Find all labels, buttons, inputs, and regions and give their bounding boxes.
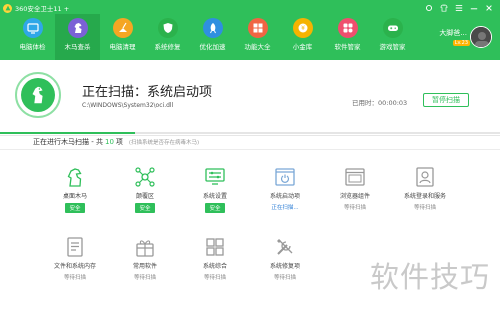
grid-icon: [247, 18, 268, 38]
nav-label: 优化加速: [199, 43, 226, 51]
scan-item: 系统修复项 等待扫描: [250, 236, 320, 281]
minimize-icon[interactable]: [469, 3, 479, 13]
scan-item-label: 系统登录和服务: [403, 193, 446, 200]
user-login-icon: [414, 166, 436, 188]
gamepad-icon: [382, 18, 403, 38]
scan-progress-fill: [0, 132, 135, 134]
waiting-status: 等待扫描: [343, 205, 366, 211]
scan-item-label: 系统修复项: [269, 263, 300, 270]
scan-item: 浏览器组件 等待扫描: [320, 166, 390, 211]
scan-item-label: 颠覆区: [135, 193, 154, 200]
divider: [0, 149, 500, 150]
app-title: 360安全卫士11 +: [3, 3, 69, 13]
user-panel[interactable]: 大脚爸... Lv.23: [439, 26, 492, 48]
safe-badge: 安全: [205, 203, 225, 213]
shield-icon: [157, 18, 178, 38]
gift-icon: [134, 236, 156, 258]
scan-item-label: 系统综合: [202, 263, 227, 270]
scan-item: 系统综合 等待扫描: [180, 236, 250, 281]
app-title-text: 360安全卫士11 +: [15, 5, 70, 13]
svg-text:¥: ¥: [301, 25, 305, 32]
scan-item: 系统登录和服务 等待扫描: [390, 166, 460, 211]
coin-icon: ¥: [292, 18, 313, 38]
user-name[interactable]: 大脚爸...: [439, 28, 467, 38]
scan-item: 系统设置 安全: [180, 166, 250, 213]
scan-banner: 正在扫描：系统启动项 C:\WINDOWS\System32\oci.dll 已…: [0, 60, 500, 134]
scan-status-line: 正在进行木马扫描 - 共 10 项 (扫描系统是否存在病毒木马): [33, 137, 199, 147]
watermark: 软件技巧: [369, 260, 490, 294]
browser-window-icon: [344, 166, 366, 188]
shirt-icon[interactable]: [439, 3, 449, 13]
settings-monitor-icon: [204, 166, 226, 188]
scan-item-label: 系统设置: [202, 193, 227, 200]
menu-icon[interactable]: [454, 3, 464, 13]
scan-item-label: 文件和系统内存: [53, 263, 96, 270]
scan-item: 桌面木马 安全: [40, 166, 110, 213]
scan-item: 常用软件 等待扫描: [110, 236, 180, 281]
broom-icon: [112, 18, 133, 38]
status-hint: (扫描系统是否存在病毒木马): [128, 140, 200, 146]
avatar[interactable]: [470, 26, 492, 48]
nav-item-0[interactable]: 电脑体检: [10, 14, 55, 60]
status-count: 10: [104, 138, 114, 146]
user-level-badge: Lv.23: [452, 40, 470, 46]
header-bar: 360安全卫士11 + 电脑体检 木马查杀 电脑清理 系统修复 优化加速 功能大全 ¥ 小金库…: [0, 0, 500, 60]
waiting-status: 等待扫描: [133, 275, 156, 281]
network-icon: [134, 166, 156, 188]
nav-item-5[interactable]: 功能大全: [235, 14, 280, 60]
scan-item-label: 浏览器组件: [339, 193, 370, 200]
power-window-icon: [274, 166, 296, 188]
scan-item: 文件和系统内存 等待扫描: [40, 236, 110, 281]
tools-icon: [274, 236, 296, 258]
scanning-status: 正在扫描...: [271, 205, 299, 211]
waiting-status: 等待扫描: [203, 275, 226, 281]
scan-item: 颠覆区 安全: [110, 166, 180, 213]
waiting-status: 等待扫描: [413, 205, 436, 211]
nav-label: 电脑体检: [19, 43, 46, 51]
rocket-icon: [202, 18, 223, 38]
waiting-status: 等待扫描: [273, 275, 296, 281]
window-controls: [424, 3, 494, 13]
nav-label: 功能大全: [244, 43, 271, 51]
close-icon[interactable]: [484, 3, 494, 13]
monitor-icon: [22, 18, 43, 38]
windows-icon: [204, 236, 226, 258]
scan-progress-bar: [0, 132, 500, 134]
scan-item: 系统启动项正在扫描...: [250, 166, 320, 211]
nav-label: 小金库: [292, 43, 313, 51]
nav-label: 游戏管家: [379, 43, 406, 51]
scan-item-label: 系统启动项: [269, 193, 300, 200]
horse-icon: [67, 18, 88, 38]
document-icon: [64, 236, 86, 258]
nav-item-1[interactable]: 木马查杀: [55, 14, 100, 60]
nav-label: 软件管家: [334, 43, 361, 51]
nav-item-8[interactable]: 游戏管家: [370, 14, 415, 60]
app-logo-icon: [3, 3, 12, 13]
waiting-status: 等待扫描: [63, 275, 86, 281]
divider: [0, 135, 500, 136]
horse-outline-icon: [64, 166, 86, 188]
scan-title: 正在扫描：系统启动项: [82, 85, 213, 100]
nav-item-4[interactable]: 优化加速: [190, 14, 235, 60]
nav-item-7[interactable]: 软件管家: [325, 14, 370, 60]
nav-item-6[interactable]: ¥ 小金库: [280, 14, 325, 60]
horse-icon: [21, 78, 55, 112]
nav-item-3[interactable]: 系统修复: [145, 14, 190, 60]
nav-label: 电脑清理: [109, 43, 136, 51]
main-nav: 电脑体检 木马查杀 电脑清理 系统修复 优化加速 功能大全 ¥ 小金库 软件管家 游戏管家: [10, 14, 415, 60]
scan-item-label: 桌面木马: [62, 193, 87, 200]
scan-file-path: C:\WINDOWS\System32\oci.dll: [82, 102, 174, 109]
safe-badge: 安全: [65, 203, 85, 213]
scan-item-label: 常用软件: [132, 263, 157, 270]
status-suffix: 项: [115, 138, 123, 146]
nav-label: 系统修复: [154, 43, 181, 51]
nav-label: 木马查杀: [64, 43, 91, 51]
safe-badge: 安全: [135, 203, 155, 213]
status-prefix: 正在进行木马扫描 - 共: [33, 138, 103, 146]
elapsed-time: 已用时：00:00:03: [352, 99, 408, 107]
skin-icon[interactable]: [424, 3, 434, 13]
nav-item-2[interactable]: 电脑清理: [100, 14, 145, 60]
pause-scan-button[interactable]: 暂停扫描: [423, 93, 469, 107]
apps-icon: [337, 18, 358, 38]
